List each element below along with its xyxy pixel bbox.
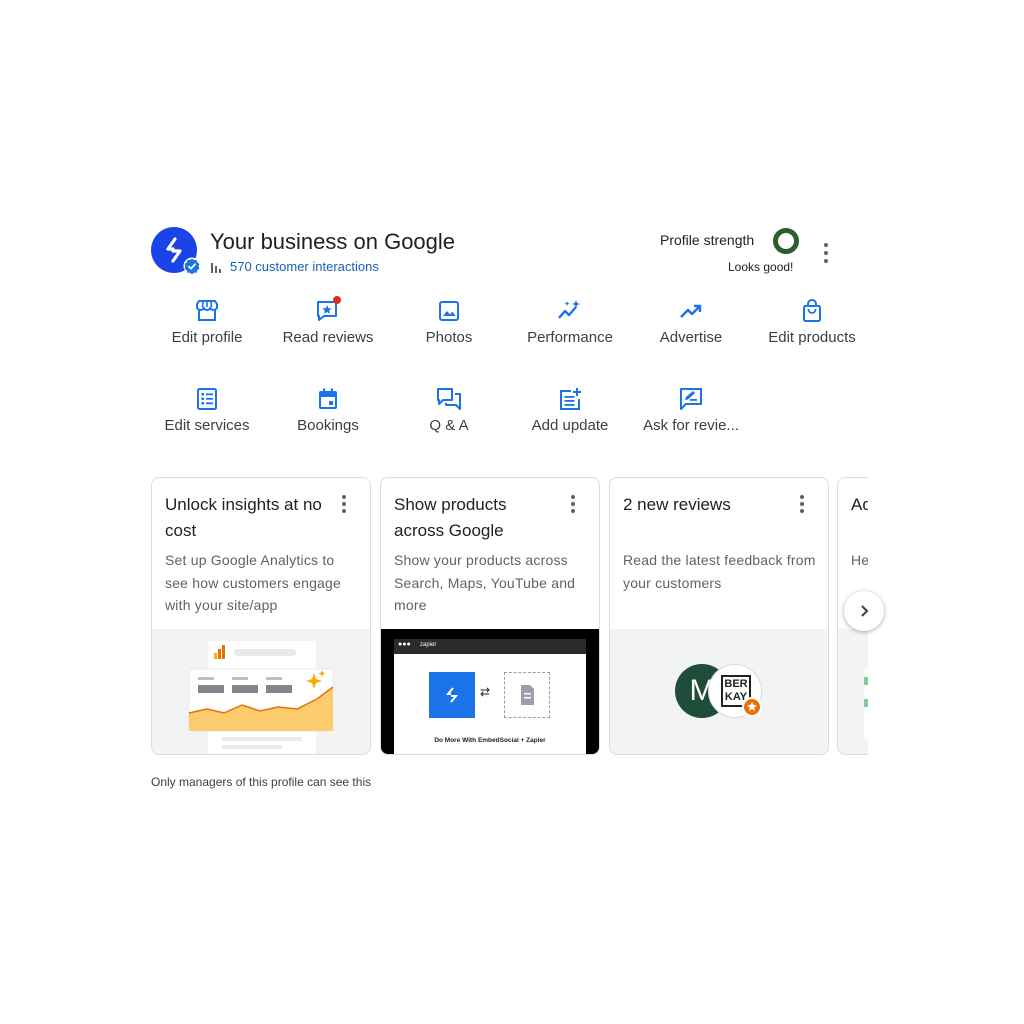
partial-card-media — [838, 629, 868, 754]
edit-profile-button[interactable]: Edit profile — [147, 298, 267, 358]
edit-products-button[interactable]: Edit products — [752, 298, 872, 358]
media-caption: Do More With EmbedSocial + Zapier — [434, 737, 546, 744]
zapier-label: zapier — [420, 642, 437, 648]
sync-arrows-icon: ⇄ — [480, 685, 491, 699]
shopping-bag-icon — [799, 298, 825, 324]
interactions-text: 570 customer interactions — [230, 259, 379, 274]
storefront-icon — [194, 298, 220, 324]
show-products-card[interactable]: Show products across Google Show your pr… — [380, 477, 600, 755]
card-description: Read the latest feedback from your custo… — [623, 552, 816, 591]
add-update-label: Add update — [531, 417, 609, 434]
profile-strength-ring-icon[interactable] — [772, 227, 800, 255]
read-reviews-button[interactable]: Read reviews — [268, 296, 388, 358]
card-title: Unlock insights at no cost — [165, 495, 322, 540]
post-add-icon — [557, 386, 583, 412]
browser-bar: ●●● zapier — [394, 639, 586, 654]
card-more-icon[interactable] — [338, 493, 350, 515]
photos-label: Photos — [425, 329, 473, 346]
edit-products-label: Edit products — [768, 329, 856, 346]
bookings-label: Bookings — [297, 417, 359, 434]
browser-window: ●●● zapier ⇄ Do More With EmbedSocial + … — [394, 639, 586, 754]
chevron-right-icon — [861, 605, 869, 617]
reviewer-avatars: M BER KAY — [610, 629, 828, 754]
card-more-icon[interactable] — [567, 493, 579, 515]
verified-badge-icon — [183, 257, 201, 275]
read-reviews-label: Read reviews — [282, 329, 374, 346]
card-title: 2 new reviews — [623, 495, 731, 514]
add-update-button[interactable]: Add update — [510, 386, 630, 446]
review-star-icon — [315, 296, 341, 324]
rate-review-icon — [678, 386, 704, 412]
document-placeholder-icon — [504, 672, 550, 718]
profile-strength-label: Profile strength — [660, 232, 755, 248]
advertise-button[interactable]: Advertise — [631, 298, 751, 358]
logo-line-1: BER — [724, 678, 748, 690]
zapier-illustration: ●●● zapier ⇄ Do More With EmbedSocial + … — [381, 629, 599, 754]
new-reviews-card[interactable]: 2 new reviews Read the latest feedback f… — [609, 477, 829, 755]
trending-up-icon — [678, 298, 704, 324]
card-description: Show your products across Search, Maps, … — [394, 552, 576, 613]
edit-profile-label: Edit profile — [171, 329, 243, 346]
photos-button[interactable]: Photos — [389, 298, 509, 358]
q-and-a-button[interactable]: Q & A — [389, 386, 509, 446]
analytics-illustration — [152, 629, 370, 754]
card-title: Show products across Google — [394, 495, 507, 540]
customer-interactions-link[interactable]: 570 customer interactions — [210, 259, 379, 274]
card-description: He vis — [851, 552, 868, 568]
notification-dot — [333, 296, 341, 304]
q-and-a-label: Q & A — [429, 417, 469, 434]
browser-dots: ●●● — [398, 641, 411, 648]
sparkle-trend-icon — [557, 298, 583, 324]
calendar-icon — [315, 386, 341, 412]
performance-label: Performance — [527, 329, 613, 346]
more-options-icon[interactable] — [818, 241, 834, 265]
google-analytics-card[interactable]: Unlock insights at no cost Set up Google… — [151, 477, 371, 755]
bar-chart-icon — [211, 262, 221, 273]
business-header: Your business on Google 570 customer int… — [151, 227, 871, 287]
edit-services-label: Edit services — [164, 417, 250, 434]
card-more-icon[interactable] — [796, 493, 808, 515]
managers-only-note: Only managers of this profile can see th… — [151, 775, 372, 789]
forum-icon — [436, 386, 462, 412]
card-title: Ad yo — [851, 495, 868, 514]
edit-services-button[interactable]: Edit services — [147, 386, 267, 446]
local-guide-star-icon — [742, 697, 762, 717]
embedsocial-logo-icon — [429, 672, 475, 718]
bookings-button[interactable]: Bookings — [268, 386, 388, 446]
list-icon — [194, 386, 220, 412]
ask-for-reviews-label: Ask for revie... — [643, 417, 739, 434]
card-description: Set up Google Analytics to see how custo… — [165, 552, 342, 613]
carousel-next-button[interactable] — [844, 591, 884, 631]
page-title: Your business on Google — [210, 229, 456, 254]
profile-strength-status: Looks good! — [728, 260, 794, 274]
suggestion-cards-carousel: Unlock insights at no cost Set up Google… — [151, 477, 868, 755]
advertise-label: Advertise — [659, 329, 723, 346]
image-icon — [436, 298, 462, 324]
ask-for-reviews-button[interactable]: Ask for revie... — [631, 386, 751, 446]
performance-button[interactable]: Performance — [510, 298, 630, 358]
